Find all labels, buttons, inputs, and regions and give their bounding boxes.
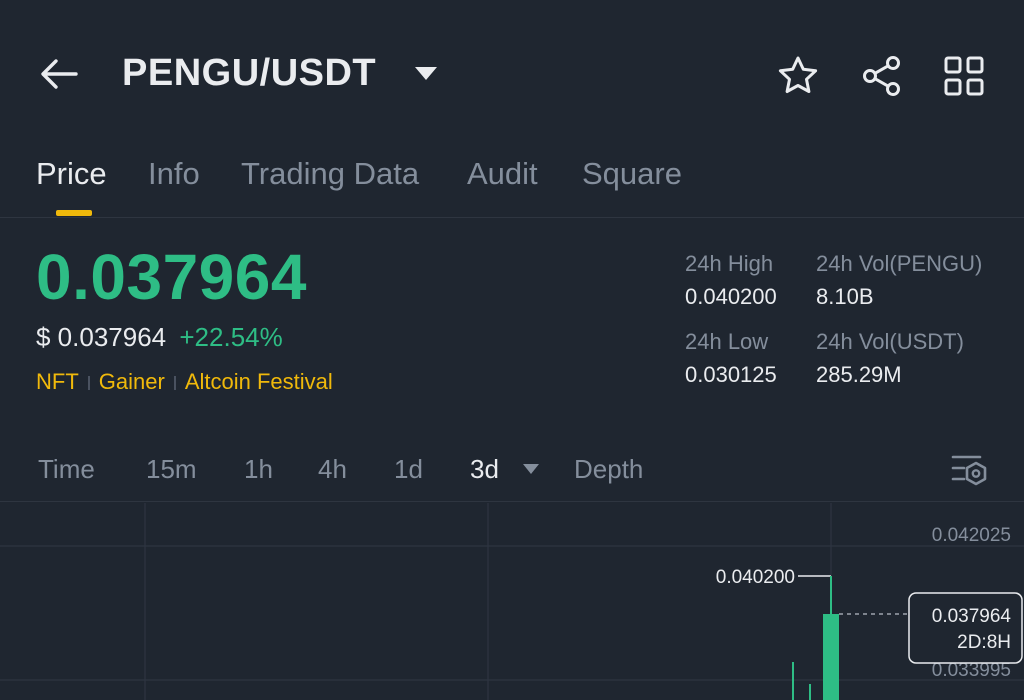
price-chart[interactable]: 0.042025 0.033995 0.040200 0.037964 2D:8…: [0, 503, 1024, 700]
tab-info[interactable]: Info: [148, 156, 200, 192]
fiat-price: $ 0.037964: [36, 322, 167, 352]
star-icon[interactable]: [776, 54, 820, 98]
last-price: 0.037964: [36, 241, 307, 313]
tag-divider: [87, 376, 90, 391]
caret-down-icon[interactable]: [412, 62, 440, 86]
high-marker-label: 0.040200: [716, 567, 795, 588]
tab-audit[interactable]: Audit: [467, 156, 538, 192]
interval-time[interactable]: Time: [38, 454, 95, 485]
interval-4h[interactable]: 4h: [318, 454, 347, 485]
interval-bar: Time 15m 1h 4h 1d 3d Depth: [0, 448, 1024, 502]
candle-body: [823, 614, 839, 700]
interval-1h[interactable]: 1h: [244, 454, 273, 485]
interval-depth[interactable]: Depth: [574, 454, 643, 485]
arrow-left-icon[interactable]: [36, 54, 84, 94]
y-tick-label: 0.042025: [932, 525, 1011, 546]
tab-trading-data[interactable]: Trading Data: [241, 156, 419, 192]
tag-nft[interactable]: NFT: [36, 369, 79, 394]
chart-settings-icon[interactable]: [950, 452, 988, 488]
tag-list: NFT Gainer Altcoin Festival: [36, 369, 333, 395]
share-icon[interactable]: [860, 54, 904, 98]
pair-title[interactable]: PENGU/USDT: [122, 52, 376, 95]
grid-icon[interactable]: [942, 54, 986, 98]
high-label: 24h High: [685, 251, 774, 276]
active-tab-indicator: [56, 210, 92, 216]
last-price-label: 0.037964: [932, 606, 1012, 627]
tab-price[interactable]: Price: [36, 156, 107, 192]
candle-countdown: 2D:8H: [957, 632, 1011, 653]
low-label: 24h Low: [685, 329, 769, 354]
vol-quote-label: 24h Vol(USDT): [816, 329, 964, 354]
vol-base-value: 8.10B: [816, 284, 874, 309]
tag-altcoin-festival[interactable]: Altcoin Festival: [185, 369, 333, 394]
fiat-price-row: $ 0.037964 +22.54%: [36, 322, 283, 353]
top-bar: PENGU/USDT: [0, 0, 1024, 150]
tab-bar: Price Info Trading Data Audit Square: [0, 150, 1024, 218]
low-value: 0.030125: [685, 362, 777, 387]
interval-3d[interactable]: 3d: [470, 454, 499, 485]
tab-square[interactable]: Square: [582, 156, 682, 192]
caret-down-icon[interactable]: [522, 462, 540, 476]
vol-base-label: 24h Vol(PENGU): [816, 251, 983, 276]
high-value: 0.040200: [685, 284, 777, 309]
tag-gainer[interactable]: Gainer: [99, 369, 165, 394]
interval-1d[interactable]: 1d: [394, 454, 423, 485]
tag-divider: [173, 376, 176, 391]
vol-quote-value: 285.29M: [816, 362, 902, 387]
price-change-percent: +22.54%: [179, 322, 283, 352]
interval-15m[interactable]: 15m: [146, 454, 197, 485]
